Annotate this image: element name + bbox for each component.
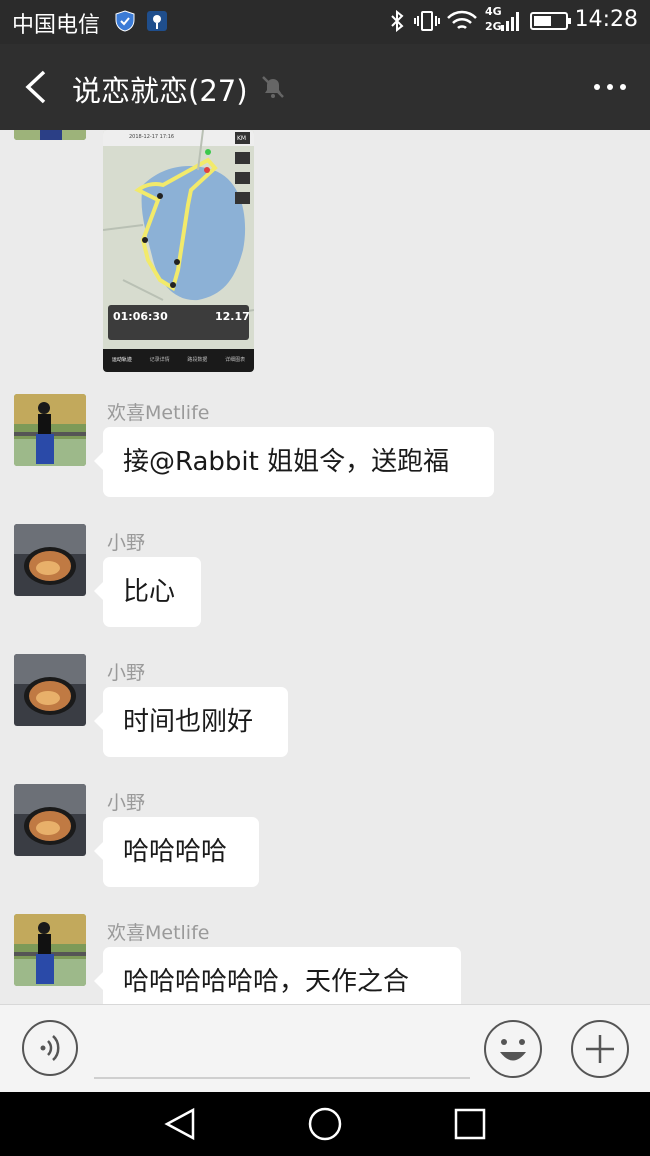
- input-bar: [0, 1004, 650, 1093]
- run-duration: 01:06:30: [113, 310, 168, 323]
- sender-name: 小野: [107, 792, 146, 814]
- shield-icon: [115, 10, 135, 32]
- signal-icon: [501, 12, 519, 31]
- nav-home-icon[interactable]: [307, 1106, 343, 1142]
- run-distance: 12.17: [215, 310, 250, 323]
- message-bubble[interactable]: 时间也刚好: [94, 687, 288, 757]
- plus-icon[interactable]: [570, 1019, 630, 1079]
- map-tab-record[interactable]: 记录详情: [150, 356, 170, 363]
- chat-title: 说恋就恋(27): [72, 74, 248, 108]
- run-map-image[interactable]: 2018-12-17 17:16 KM 01:06:30 12.17 运动轨迹 …: [103, 130, 254, 372]
- chat-header: 说恋就恋(27): [0, 44, 650, 130]
- map-tab-charts[interactable]: 详细图表: [225, 356, 245, 363]
- avatar[interactable]: [14, 914, 86, 986]
- vibrate-icon: [414, 11, 440, 31]
- carrier-label: 中国电信: [12, 13, 101, 38]
- location-app-icon: [147, 11, 167, 31]
- nav-back-icon[interactable]: [163, 1106, 199, 1142]
- message-bubble[interactable]: 哈哈哈哈: [94, 817, 259, 887]
- more-dots-icon[interactable]: [592, 78, 628, 96]
- status-bar: 中国电信 4G 2G 14:28: [0, 0, 650, 44]
- wifi-icon: [447, 10, 477, 29]
- voice-input-icon[interactable]: [21, 1019, 79, 1077]
- nav-recents-icon[interactable]: [452, 1106, 488, 1142]
- avatar[interactable]: [14, 654, 86, 726]
- map-tab-segments[interactable]: 路段数据: [187, 356, 207, 363]
- chat-message-list[interactable]: 2018-12-17 17:16 KM 01:06:30 12.17 运动轨迹 …: [0, 130, 650, 1004]
- sender-name: 小野: [107, 662, 146, 684]
- message-bubble[interactable]: 接@Rabbit 姐姐令，送跑福: [94, 427, 494, 497]
- message-bubble[interactable]: 比心: [94, 557, 201, 627]
- battery-icon: [530, 12, 571, 30]
- map-date-label: 2018-12-17 17:16: [129, 134, 175, 140]
- bell-muted-icon: [262, 76, 284, 98]
- clock-label: 14:28: [574, 7, 638, 32]
- avatar[interactable]: [14, 394, 86, 466]
- map-graphic: [103, 130, 254, 372]
- bluetooth-icon: [391, 10, 404, 32]
- sender-name: 小野: [107, 532, 146, 554]
- avatar[interactable]: [14, 524, 86, 596]
- avatar[interactable]: [14, 130, 86, 140]
- back-chevron-icon[interactable]: [22, 69, 52, 105]
- message-input[interactable]: [94, 1077, 470, 1079]
- message-bubble[interactable]: 哈哈哈哈哈哈，天作之合: [94, 947, 461, 1004]
- emoji-icon[interactable]: [483, 1019, 543, 1079]
- sender-name: 欢喜Metlife: [107, 922, 210, 944]
- sender-name: 欢喜Metlife: [107, 402, 210, 424]
- map-tab-bar: 运动轨迹 记录详情 路段数据 详细图表: [103, 356, 254, 363]
- system-nav-bar: [0, 1092, 650, 1156]
- avatar[interactable]: [14, 784, 86, 856]
- map-unit-label: KM: [237, 135, 247, 142]
- map-tab-track[interactable]: 运动轨迹: [112, 356, 132, 363]
